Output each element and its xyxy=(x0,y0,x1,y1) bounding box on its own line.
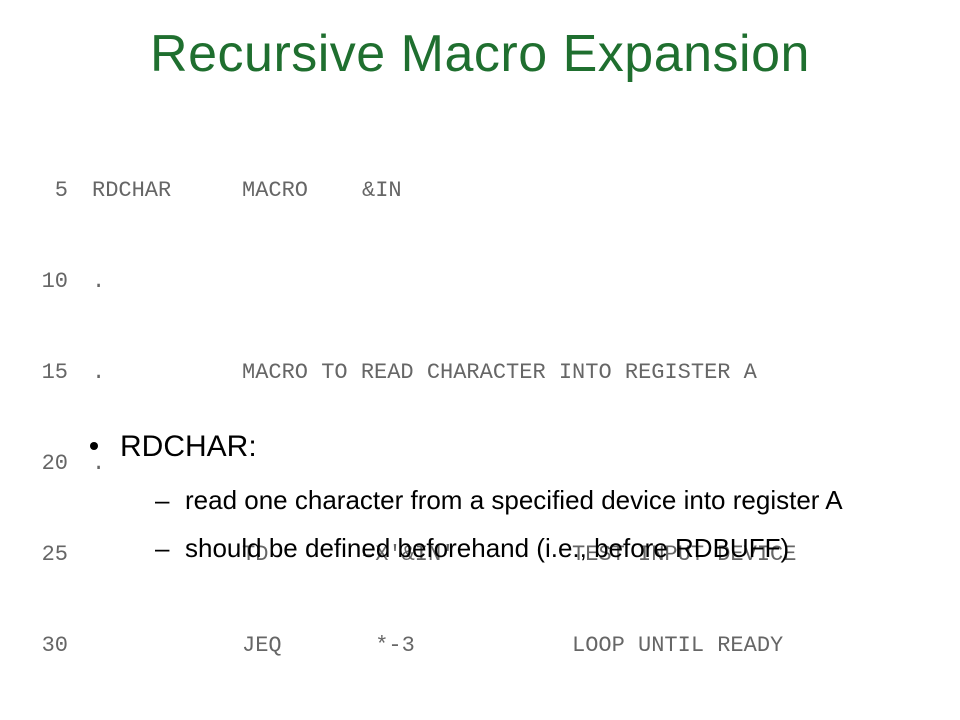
code-row: 10. xyxy=(20,267,940,297)
code-label xyxy=(92,631,242,661)
bullet-dot-icon xyxy=(90,442,98,450)
code-label: . xyxy=(92,358,242,388)
code-row: 5RDCHARMACRO&IN xyxy=(20,176,940,206)
macro-code-block: 5RDCHARMACRO&IN 10. 15.MACRO TO READ CHA… xyxy=(20,115,940,720)
code-comment: LOOP UNTIL READY xyxy=(572,631,783,661)
bullet-level1: RDCHAR: xyxy=(90,430,905,464)
page-title: Recursive Macro Expansion xyxy=(0,24,960,84)
code-operand xyxy=(362,267,572,297)
dash-icon: – xyxy=(155,530,169,566)
bullet-level2: – read one character from a specified de… xyxy=(90,482,905,518)
code-opcode: MACRO xyxy=(242,176,362,206)
bullet-list: RDCHAR: – read one character from a spec… xyxy=(90,430,905,579)
code-label: . xyxy=(92,267,242,297)
code-opcode xyxy=(242,267,362,297)
line-number: 20 xyxy=(20,449,92,479)
bullet-text: should be defined beforehand (i.e., befo… xyxy=(185,533,789,563)
slide: Recursive Macro Expansion 5RDCHARMACRO&I… xyxy=(0,0,960,720)
code-opcode: JEQ xyxy=(242,631,362,661)
code-row: 15.MACRO TO READ CHARACTER INTO REGISTER… xyxy=(20,358,940,388)
line-number: 10 xyxy=(20,267,92,297)
line-number: 30 xyxy=(20,631,92,661)
bullet-text: RDCHAR: xyxy=(120,430,257,463)
code-operand: *-3 xyxy=(362,631,572,661)
dash-icon: – xyxy=(155,482,169,518)
line-number: 5 xyxy=(20,176,92,206)
code-row: 30 JEQ *-3LOOP UNTIL READY xyxy=(20,631,940,661)
code-operand: &IN xyxy=(362,176,572,206)
bullet-text: read one character from a specified devi… xyxy=(185,485,843,515)
bullet-level2: – should be defined beforehand (i.e., be… xyxy=(90,530,905,566)
line-number: 25 xyxy=(20,540,92,570)
code-label: RDCHAR xyxy=(92,176,242,206)
line-number: 15 xyxy=(20,358,92,388)
code-comment-line: MACRO TO READ CHARACTER INTO REGISTER A xyxy=(242,358,757,388)
